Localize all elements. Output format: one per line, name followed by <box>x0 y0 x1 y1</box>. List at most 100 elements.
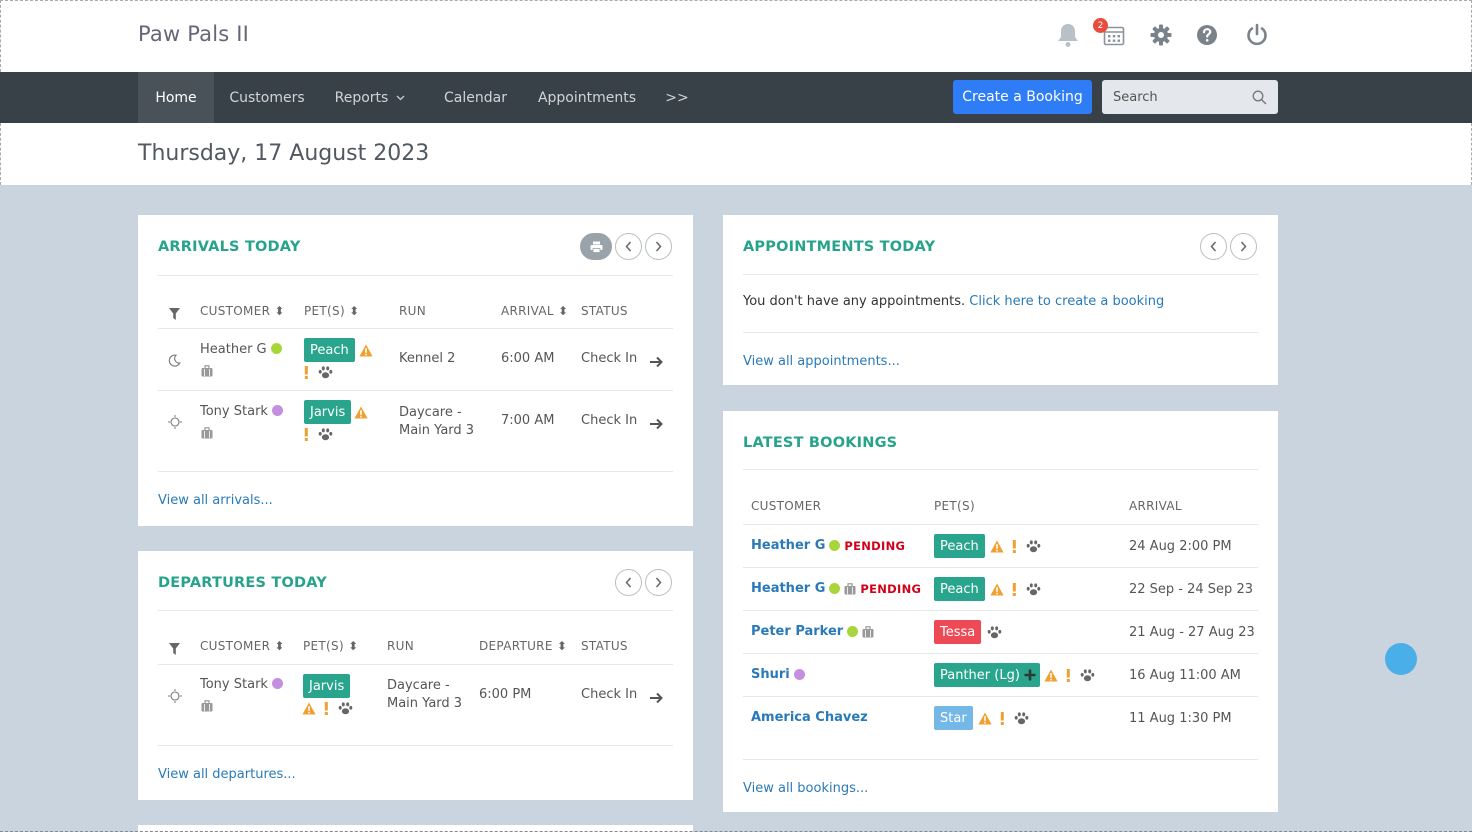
pending-badge: PENDING <box>860 581 922 596</box>
sort-icon: ⬍ <box>348 639 359 653</box>
col-header-departure[interactable]: DEPARTURE ⬍ <box>479 639 567 653</box>
departures-title: DEPARTURES TODAY <box>158 575 327 591</box>
paw-icon <box>1026 538 1041 557</box>
search-input[interactable] <box>1102 80 1242 114</box>
moon-icon <box>168 352 181 371</box>
alert-icon <box>304 426 309 445</box>
alert-icon <box>324 700 329 719</box>
luggage-icon <box>201 362 213 381</box>
arrow-right-icon[interactable] <box>650 353 664 372</box>
customer-link[interactable]: America Chavez <box>751 710 868 725</box>
customer-link[interactable]: Heather G <box>751 538 825 553</box>
alert-icon <box>1000 710 1005 729</box>
col-header-run: RUN <box>399 304 426 318</box>
col-header-customer[interactable]: CUSTOMER ⬍ <box>200 304 285 318</box>
booking-arrival-5: 11 Aug 1:30 PM <box>1129 711 1232 726</box>
booking-arrival-3: 21 Aug - 27 Aug 23 <box>1129 625 1255 640</box>
calendar-icon[interactable]: 2 <box>1093 18 1127 48</box>
appointments-next-button[interactable] <box>1230 233 1257 260</box>
luggage-icon <box>844 582 856 595</box>
paw-icon <box>987 624 1002 643</box>
arrival-run-1: Kennel 2 <box>399 351 456 366</box>
print-icon <box>590 241 603 253</box>
customer-link[interactable]: Heather G <box>751 581 825 596</box>
customer-link[interactable]: Shuri <box>751 667 790 682</box>
booking-customer-1: Heather G PENDING <box>751 538 905 553</box>
pet-tag[interactable]: Peach <box>934 534 985 558</box>
help-icon[interactable] <box>1194 22 1220 48</box>
luggage-icon <box>201 424 213 443</box>
nav-more[interactable]: >> <box>660 72 694 123</box>
arrow-right-icon[interactable] <box>650 689 664 708</box>
view-all-arrivals-link[interactable]: View all arrivals... <box>158 493 273 508</box>
col-header-arrival: ARRIVAL <box>1129 499 1182 513</box>
pet-tag[interactable]: Peach <box>934 577 985 601</box>
booking-customer-4: Shuri <box>751 667 805 682</box>
col-header-arrival[interactable]: ARRIVAL ⬍ <box>501 304 568 318</box>
booking-customer-5: America Chavez <box>751 710 868 725</box>
departure-status-1: Check In <box>581 687 638 702</box>
view-all-departures-link[interactable]: View all departures... <box>158 767 296 782</box>
col-header-pets[interactable]: PET(S) ⬍ <box>304 304 359 318</box>
appointments-prev-button[interactable] <box>1200 233 1227 260</box>
status-dot <box>847 626 859 637</box>
paw-icon <box>1014 710 1029 729</box>
gear-icon[interactable] <box>1148 22 1174 48</box>
arrival-customer-1: Heather G <box>200 342 282 357</box>
nav-appointments[interactable]: Appointments <box>527 72 647 123</box>
pet-tag[interactable]: Tessa <box>934 620 982 644</box>
nav-reports-label: Reports <box>334 89 389 106</box>
create-booking-button[interactable]: Create a Booking <box>953 80 1092 114</box>
pet-tag[interactable]: Jarvis <box>303 674 351 698</box>
print-button[interactable] <box>580 233 612 260</box>
create-booking-link[interactable]: Click here to create a booking <box>969 294 1164 309</box>
pet-tag[interactable]: Jarvis <box>304 400 352 424</box>
bell-icon[interactable] <box>1055 22 1081 48</box>
warning-icon <box>990 538 1004 557</box>
alert-icon <box>1012 538 1017 557</box>
pet-tag[interactable]: Panther (Lg) <box>934 663 1040 687</box>
status-dot <box>793 669 805 680</box>
chevron-left-icon <box>1210 241 1217 252</box>
col-header-pets[interactable]: PET(S) ⬍ <box>303 639 358 653</box>
filter-icon[interactable] <box>169 305 180 324</box>
nav-reports[interactable]: Reports <box>320 72 420 123</box>
search-icon[interactable] <box>1252 90 1267 105</box>
chat-bubble-button[interactable] <box>1385 643 1417 675</box>
app-name: Paw Pals II <box>138 22 250 46</box>
paw-icon <box>318 426 333 445</box>
pet-tag[interactable]: Star <box>934 706 973 730</box>
arrival-time-2: 7:00 AM <box>501 413 555 428</box>
booking-customer-3: Peter Parker <box>751 624 874 639</box>
power-icon[interactable] <box>1244 22 1270 48</box>
filter-icon[interactable] <box>169 640 180 659</box>
col-header-status: STATUS <box>581 304 628 318</box>
latest-bookings-card: LATEST BOOKINGS CUSTOMER PET(S) ARRIVAL … <box>723 411 1278 812</box>
departures-card: DEPARTURES TODAY CUSTOMER ⬍ PET(S) ⬍ RUN… <box>138 551 693 800</box>
departures-prev-button[interactable] <box>615 569 642 596</box>
alert-icon <box>304 364 309 383</box>
customer-link[interactable]: Peter Parker <box>751 624 843 639</box>
arrivals-title: ARRIVALS TODAY <box>158 239 301 255</box>
status-dot <box>829 540 841 551</box>
departure-run-1: Daycare - Main Yard 3 <box>387 678 463 711</box>
departure-time-1: 6:00 PM <box>479 687 532 702</box>
view-all-bookings-link[interactable]: View all bookings... <box>743 781 868 796</box>
arrow-right-icon[interactable] <box>650 415 664 434</box>
paw-icon <box>338 700 353 719</box>
col-header-customer[interactable]: CUSTOMER ⬍ <box>200 639 285 653</box>
nav-customers[interactable]: Customers <box>218 72 316 123</box>
chevron-right-icon <box>655 577 662 588</box>
pet-tag[interactable]: Peach <box>304 338 355 362</box>
nav-home[interactable]: Home <box>138 72 214 123</box>
view-all-appointments-link[interactable]: View all appointments... <box>743 354 900 369</box>
warning-icon <box>302 700 316 719</box>
booking-arrival-1: 24 Aug 2:00 PM <box>1129 539 1232 554</box>
nav-calendar[interactable]: Calendar <box>432 72 519 123</box>
appointments-title: APPOINTMENTS TODAY <box>743 239 936 255</box>
paw-icon <box>1080 667 1095 686</box>
arrivals-next-button[interactable] <box>645 233 672 260</box>
departures-next-button[interactable] <box>645 569 672 596</box>
sort-icon: ⬍ <box>558 304 569 318</box>
arrivals-prev-button[interactable] <box>615 233 642 260</box>
